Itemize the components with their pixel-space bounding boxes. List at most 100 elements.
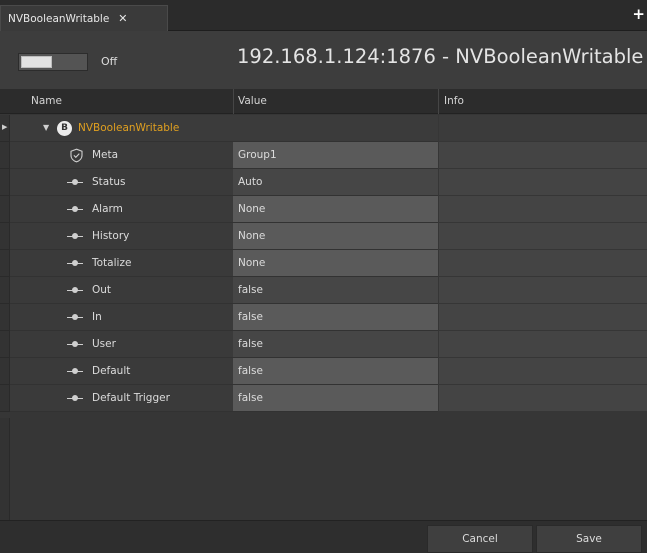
table-row[interactable]: Totalize None (0, 250, 647, 277)
save-button[interactable]: Save (536, 525, 642, 553)
name-cell[interactable]: User (10, 331, 233, 358)
name-cell[interactable]: Default Trigger (10, 385, 233, 412)
row-gutter (0, 142, 10, 169)
value-cell[interactable]: false (233, 358, 438, 385)
info-cell (438, 304, 647, 331)
table-row[interactable]: Meta Group1 (0, 142, 647, 169)
app-window: NVBooleanWritable ✕ + Off 192.168.1.124:… (0, 0, 647, 553)
row-gutter (0, 169, 10, 196)
close-icon[interactable]: ✕ (118, 12, 127, 25)
property-name: User (92, 338, 116, 350)
page-title: 192.168.1.124:1876 - NVBooleanWritable [… (237, 45, 647, 68)
property-name: Totalize (92, 257, 132, 269)
row-gutter (0, 196, 10, 223)
name-cell[interactable]: History (10, 223, 233, 250)
on-off-toggle[interactable] (18, 53, 88, 71)
table-row-root[interactable]: ▶ ▼ B NVBooleanWritable (0, 115, 647, 142)
property-slot-icon (67, 287, 83, 293)
row-gutter (0, 418, 10, 520)
info-cell (438, 142, 647, 169)
property-name: Out (92, 284, 112, 296)
table-row[interactable]: Out false (0, 277, 647, 304)
name-cell[interactable]: Default (10, 358, 233, 385)
row-gutter (0, 358, 10, 385)
property-name: Default Trigger (92, 392, 170, 404)
chevron-down-icon[interactable]: ▼ (43, 123, 49, 132)
root-object-name: NVBooleanWritable (78, 122, 180, 134)
column-header-info[interactable]: Info (444, 95, 464, 107)
name-cell[interactable]: ▼ B NVBooleanWritable (10, 115, 233, 142)
property-slot-icon (67, 260, 83, 266)
shield-check-icon (70, 148, 83, 163)
value-cell[interactable]: None (233, 250, 438, 277)
table-row[interactable]: History None (0, 223, 647, 250)
info-cell (438, 115, 647, 142)
value-cell[interactable]: false (233, 385, 438, 412)
table-header: Name Value Info (0, 89, 647, 114)
row-gutter (0, 385, 10, 412)
value-cell[interactable]: Group1 (233, 142, 438, 169)
table-empty-area (0, 418, 647, 520)
table-row[interactable]: Status Auto (0, 169, 647, 196)
tab-bar: NVBooleanWritable ✕ + (0, 0, 647, 31)
boolean-badge-icon: B (57, 121, 72, 136)
property-name: Meta (92, 149, 119, 161)
property-slot-icon (67, 233, 83, 239)
row-gutter (0, 250, 10, 277)
add-tab-icon[interactable]: + (632, 6, 645, 22)
name-cell[interactable]: In (10, 304, 233, 331)
value-cell[interactable]: false (233, 331, 438, 358)
info-cell (438, 196, 647, 223)
column-divider[interactable] (233, 89, 234, 114)
footer-bar: Cancel Save (0, 520, 647, 553)
value-cell[interactable]: Auto (233, 169, 438, 196)
expand-arrow-icon[interactable]: ▶ (2, 123, 7, 131)
name-cell[interactable]: Out (10, 277, 233, 304)
row-gutter (0, 304, 10, 331)
row-gutter (0, 223, 10, 250)
property-slot-icon (67, 368, 83, 374)
property-slot-icon (67, 395, 83, 401)
table-row[interactable]: Default Trigger false (0, 385, 647, 412)
value-cell[interactable]: None (233, 196, 438, 223)
column-header-value[interactable]: Value (238, 95, 267, 107)
row-gutter (0, 277, 10, 304)
value-cell[interactable]: None (233, 223, 438, 250)
property-name: In (92, 311, 102, 323)
cancel-button[interactable]: Cancel (427, 525, 533, 553)
column-header-name[interactable]: Name (31, 95, 62, 107)
value-cell (233, 115, 438, 142)
info-cell (438, 223, 647, 250)
property-table: Name Value Info ▶ ▼ B NVBooleanWritable (0, 89, 647, 520)
tab-label: NVBooleanWritable (8, 12, 110, 25)
value-cell[interactable]: false (233, 277, 438, 304)
table-row[interactable]: Alarm None (0, 196, 647, 223)
name-cell[interactable]: Alarm (10, 196, 233, 223)
property-slot-icon (67, 341, 83, 347)
toggle-label: Off (101, 55, 118, 68)
property-name: History (92, 230, 130, 242)
info-cell (438, 385, 647, 412)
header: Off 192.168.1.124:1876 - NVBooleanWritab… (0, 31, 647, 89)
info-cell (438, 169, 647, 196)
value-cell[interactable]: false (233, 304, 438, 331)
name-cell[interactable]: Status (10, 169, 233, 196)
info-cell (438, 250, 647, 277)
property-slot-icon (67, 206, 83, 212)
info-cell (438, 277, 647, 304)
property-name: Default (92, 365, 131, 377)
row-gutter: ▶ (0, 115, 10, 142)
column-divider[interactable] (438, 89, 439, 114)
row-gutter (0, 331, 10, 358)
name-cell[interactable]: Meta (10, 142, 233, 169)
info-cell (438, 358, 647, 385)
property-slot-icon (67, 314, 83, 320)
name-cell[interactable]: Totalize (10, 250, 233, 277)
toggle-knob[interactable] (21, 56, 52, 68)
table-row[interactable]: User false (0, 331, 647, 358)
tab-nvbooleanwritable[interactable]: NVBooleanWritable ✕ (0, 5, 168, 31)
table-row[interactable]: In false (0, 304, 647, 331)
property-name: Alarm (92, 203, 123, 215)
table-row[interactable]: Default false (0, 358, 647, 385)
info-cell (438, 331, 647, 358)
